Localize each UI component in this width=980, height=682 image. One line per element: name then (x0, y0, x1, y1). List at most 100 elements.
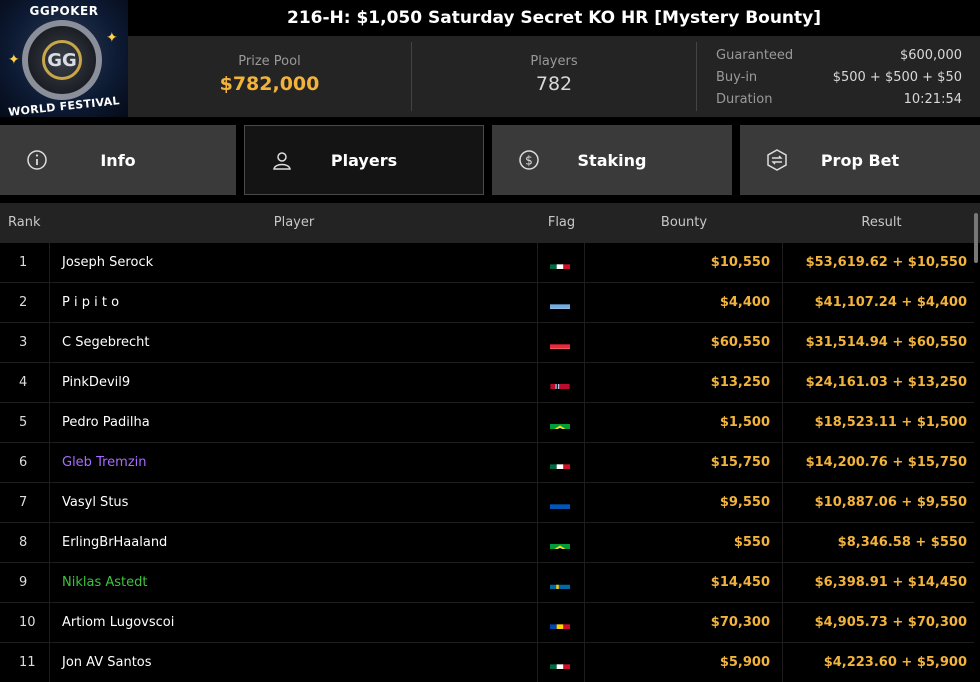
player-name[interactable]: ErlingBrHaaland (50, 523, 538, 563)
bounty-cell: $9,550 (585, 483, 783, 523)
players-value: 782 (535, 73, 573, 95)
rank-cell: 6 (0, 443, 50, 483)
table-row[interactable]: 11 Jon AV Santos $5,900 $4,223.60 + $5,900 (0, 643, 974, 682)
table-row[interactable]: 4 PinkDevil9 $13,250 $24,161.03 + $13,250 (0, 363, 974, 403)
guaranteed-row: Guaranteed $600,000 (716, 44, 962, 66)
player-name[interactable]: Artiom Lugovscoi (50, 603, 538, 643)
bounty-cell: $5,900 (585, 643, 783, 682)
player-name[interactable]: Pedro Padilha (50, 403, 538, 443)
result-cell: $31,514.94 + $60,550 (805, 335, 967, 350)
column-header-result[interactable]: Result (783, 203, 980, 243)
austria-flag-icon (550, 335, 570, 349)
column-header-player[interactable]: Player (50, 203, 538, 243)
ggpoker-world-festival-logo: GGPOKER GG ✦ ✦ WORLD FESTIVAL (0, 0, 128, 117)
table-row[interactable]: 7 Vasyl Stus $9,550 $10,887.06 + $9,550 (0, 483, 974, 523)
svg-text:$: $ (525, 154, 533, 168)
sweden-flag-icon (550, 575, 570, 589)
player-name[interactable]: P i p i t o (50, 283, 538, 323)
flag-cell (538, 243, 585, 283)
star-icon: ✦ (8, 52, 20, 68)
table-row[interactable]: 9 Niklas Astedt $14,450 $6,398.91 + $14,450 (0, 563, 974, 603)
user-icon (273, 152, 291, 170)
duration-label: Duration (716, 91, 773, 107)
flag-cell (538, 523, 585, 563)
prize-pool-stat: Prize Pool $782,000 (128, 36, 411, 117)
flag-cell (538, 443, 585, 483)
flag-cell (538, 483, 585, 523)
bounty-cell: $4,400 (585, 283, 783, 323)
tab-info[interactable]: Info (0, 125, 236, 195)
result-cell: $4,905.73 + $70,300 (814, 615, 967, 630)
mexico-flag-icon (550, 455, 570, 469)
flag-cell (538, 403, 585, 443)
players-table-body: 1 Joseph Serock $10,550 $53,619.62 + $10,55… (0, 243, 974, 682)
brazil-flag-icon (550, 535, 570, 549)
column-header-rank[interactable]: Rank (8, 203, 40, 243)
flag-cell (538, 643, 585, 682)
player-name[interactable]: Vasyl Stus (50, 483, 538, 523)
guaranteed-value: $600,000 (899, 47, 962, 63)
flag-cell (538, 363, 585, 403)
tournament-title: 216-H: $1,050 Saturday Secret KO HR [Mys… (128, 0, 980, 36)
flag-cell (538, 563, 585, 603)
player-name[interactable]: Gleb Tremzin (50, 443, 538, 483)
tab-players[interactable]: Players (244, 125, 484, 195)
flag-cell (538, 323, 585, 363)
brazil-flag-icon (550, 415, 570, 429)
star-icon: ✦ (106, 30, 118, 46)
table-row[interactable]: 1 Joseph Serock $10,550 $53,619.62 + $10,55… (0, 243, 974, 283)
column-header-flag[interactable]: Flag (538, 203, 585, 243)
bounty-cell: $14,450 (585, 563, 783, 603)
ukraine-flag-icon (550, 495, 570, 509)
bounty-cell: $70,300 (585, 603, 783, 643)
duration-row: Duration 10:21:54 (716, 88, 962, 110)
result-cell: $53,619.62 + $10,550 (805, 255, 967, 270)
rank-cell: 8 (0, 523, 50, 563)
buyin-row: Buy-in $500 + $500 + $50 (716, 66, 962, 88)
bounty-cell: $15,750 (585, 443, 783, 483)
bounty-cell: $13,250 (585, 363, 783, 403)
table-row[interactable]: 8 ErlingBrHaaland $550 $8,346.58 + $550 (0, 523, 974, 563)
rank-cell: 10 (0, 603, 50, 643)
player-name[interactable]: Niklas Astedt (50, 563, 538, 603)
moldova-flag-icon (550, 615, 570, 629)
player-name[interactable]: Jon AV Santos (50, 643, 538, 682)
argentina-flag-icon (550, 295, 570, 309)
bounty-cell: $1,500 (585, 403, 783, 443)
bounty-cell: $550 (585, 523, 783, 563)
result-cell: $14,200.76 + $15,750 (805, 455, 967, 470)
norway-flag-icon (550, 375, 570, 389)
result-cell: $24,161.03 + $13,250 (805, 375, 967, 390)
player-name[interactable]: Joseph Serock (50, 243, 538, 283)
table-row[interactable]: 2P i p i t o $4,400 $41,107.24 + $4,400 (0, 283, 974, 323)
dollar-coin-icon: $ (519, 150, 539, 170)
table-row[interactable]: 3C Segebrecht $60,550 $31,514.94 + $60,550 (0, 323, 974, 363)
scrollbar[interactable] (974, 213, 978, 263)
tab-staking[interactable]: $ Staking (492, 125, 732, 195)
player-name[interactable]: PinkDevil9 (50, 363, 538, 403)
rank-cell: 11 (0, 643, 50, 682)
logo-top-text: GGPOKER (29, 4, 99, 18)
prize-pool-value: $782,000 (219, 73, 320, 95)
tournament-details: Guaranteed $600,000 Buy-in $500 + $500 +… (716, 44, 962, 110)
result-cell: $6,398.91 + $14,450 (814, 575, 967, 590)
table-row[interactable]: 10 Artiom Lugovscoi $70,300 $4,905.73 + $70… (0, 603, 974, 643)
duration-value: 10:21:54 (903, 91, 962, 107)
rank-cell: 5 (0, 403, 50, 443)
tab-prop-bet[interactable]: Prop Bet (740, 125, 980, 195)
column-header-bounty[interactable]: Bounty (585, 203, 783, 243)
prize-pool-label: Prize Pool (238, 54, 301, 69)
mexico-flag-icon (550, 255, 570, 269)
table-row[interactable]: 5 Pedro Padilha $1,500 $18,523.11 + $1,500 (0, 403, 974, 443)
info-icon (27, 150, 47, 170)
rank-cell: 9 (0, 563, 50, 603)
bounty-cell: $60,550 (585, 323, 783, 363)
flag-cell (538, 283, 585, 323)
rank-cell: 3 (0, 323, 50, 363)
bounty-cell: $10,550 (585, 243, 783, 283)
player-name[interactable]: C Segebrecht (50, 323, 538, 363)
rank-cell: 4 (0, 363, 50, 403)
result-cell: $18,523.11 + $1,500 (814, 415, 967, 430)
tab-bar: Info Players $ Staking Prop Bet (0, 117, 980, 203)
table-row[interactable]: 6 Gleb Tremzin $15,750 $14,200.76 + $15,750 (0, 443, 974, 483)
